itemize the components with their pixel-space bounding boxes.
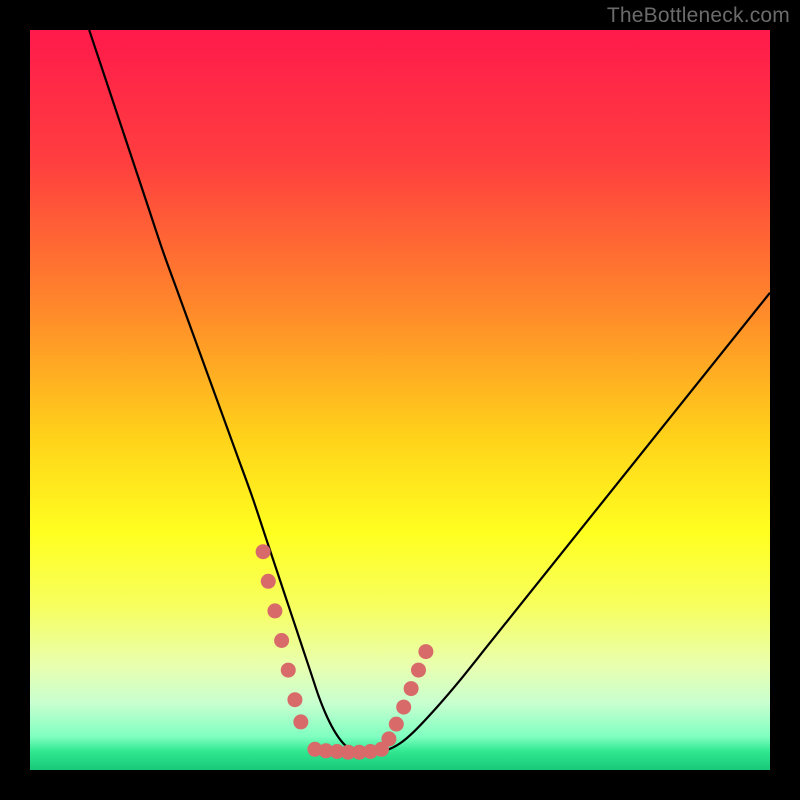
highlight-dots: [256, 544, 434, 760]
plot-area: [30, 30, 770, 770]
highlight-dot: [389, 717, 404, 732]
highlight-dot: [293, 714, 308, 729]
highlight-dot: [404, 681, 419, 696]
watermark-text: TheBottleneck.com: [607, 4, 790, 28]
chart-frame: TheBottleneck.com: [0, 0, 800, 800]
highlight-dot: [381, 731, 396, 746]
highlight-dot: [396, 700, 411, 715]
highlight-dot: [418, 644, 433, 659]
curve-layer: [30, 30, 770, 770]
highlight-dot: [274, 633, 289, 648]
highlight-dot: [287, 692, 302, 707]
highlight-dot: [261, 574, 276, 589]
highlight-dot: [281, 663, 296, 678]
highlight-dot: [267, 603, 282, 618]
highlight-dot: [256, 544, 271, 559]
highlight-dot: [411, 663, 426, 678]
